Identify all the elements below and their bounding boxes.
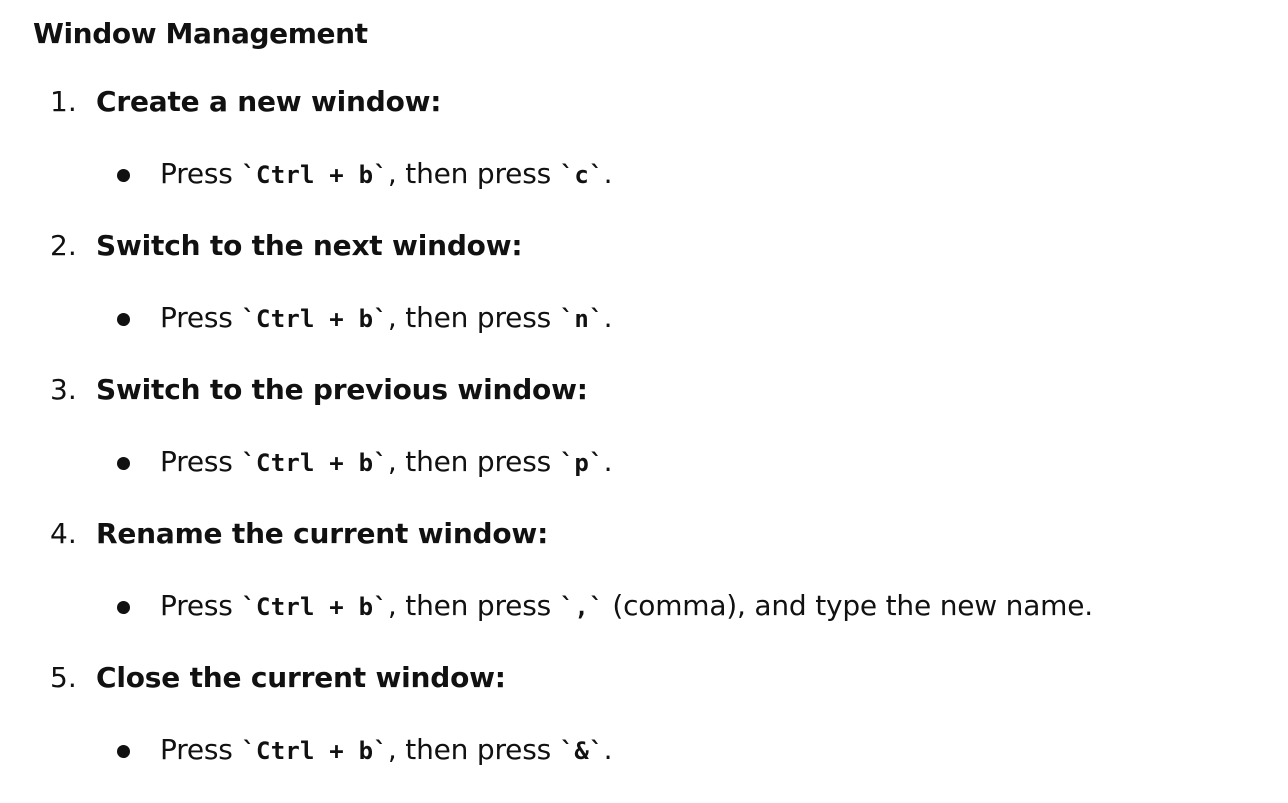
instruction-middle: , then press (387, 589, 560, 622)
keyboard-shortcut-code: `Ctrl + b` (241, 305, 388, 333)
bullet-icon (117, 169, 130, 182)
document-page: Window Management 1. Create a new window… (0, 0, 1288, 803)
instruction-suffix: . (603, 733, 613, 766)
step-title: Switch to the next window: (96, 229, 523, 262)
bullet-icon (117, 313, 130, 326)
step-number: 3. (50, 373, 77, 406)
key-code: `p` (559, 449, 604, 477)
step-5-title-row: 5. Close the current window: (0, 658, 1288, 698)
step-4-bullet-row: Press `Ctrl + b`, then press `,` (comma)… (0, 586, 1288, 626)
step-instruction: Press `Ctrl + b`, then press `n`. (160, 298, 613, 339)
step-title: Switch to the previous window: (96, 373, 588, 406)
keyboard-shortcut-code: `Ctrl + b` (241, 161, 388, 189)
step-2-bullet-row: Press `Ctrl + b`, then press `n`. (0, 298, 1288, 338)
instruction-suffix: (comma), and type the new name. (603, 589, 1093, 622)
instruction-prefix: Press (160, 301, 242, 334)
step-number: 4. (50, 517, 77, 550)
step-title: Close the current window: (96, 661, 506, 694)
step-number: 1. (50, 85, 77, 118)
instruction-prefix: Press (160, 589, 242, 622)
instruction-suffix: . (603, 301, 613, 334)
section-heading: Window Management (33, 17, 368, 50)
instruction-middle: , then press (387, 445, 560, 478)
step-1-title-row: 1. Create a new window: (0, 82, 1288, 122)
step-1-bullet-row: Press `Ctrl + b`, then press `c`. (0, 154, 1288, 194)
step-instruction: Press `Ctrl + b`, then press `c`. (160, 154, 613, 195)
keyboard-shortcut-code: `Ctrl + b` (241, 449, 388, 477)
step-instruction: Press `Ctrl + b`, then press `&`. (160, 730, 613, 771)
key-code: `n` (559, 305, 604, 333)
instruction-middle: , then press (387, 733, 560, 766)
step-title: Rename the current window: (96, 517, 549, 550)
step-instruction: Press `Ctrl + b`, then press `p`. (160, 442, 613, 483)
step-4-title-row: 4. Rename the current window: (0, 514, 1288, 554)
step-2-title-row: 2. Switch to the next window: (0, 226, 1288, 266)
instruction-prefix: Press (160, 157, 242, 190)
instruction-suffix: . (603, 445, 613, 478)
instruction-middle: , then press (387, 157, 560, 190)
step-3-bullet-row: Press `Ctrl + b`, then press `p`. (0, 442, 1288, 482)
keyboard-shortcut-code: `Ctrl + b` (241, 737, 388, 765)
key-code: `&` (559, 737, 604, 765)
step-number: 2. (50, 229, 77, 262)
instruction-suffix: . (603, 157, 613, 190)
step-3-title-row: 3. Switch to the previous window: (0, 370, 1288, 410)
bullet-icon (117, 457, 130, 470)
key-code: `c` (559, 161, 604, 189)
step-5-bullet-row: Press `Ctrl + b`, then press `&`. (0, 730, 1288, 770)
step-title: Create a new window: (96, 85, 442, 118)
bullet-icon (117, 601, 130, 614)
key-code: `,` (559, 593, 604, 621)
step-number: 5. (50, 661, 77, 694)
step-instruction: Press `Ctrl + b`, then press `,` (comma)… (160, 586, 1093, 627)
instruction-middle: , then press (387, 301, 560, 334)
instruction-prefix: Press (160, 733, 242, 766)
bullet-icon (117, 745, 130, 758)
keyboard-shortcut-code: `Ctrl + b` (241, 593, 388, 621)
instruction-prefix: Press (160, 445, 242, 478)
